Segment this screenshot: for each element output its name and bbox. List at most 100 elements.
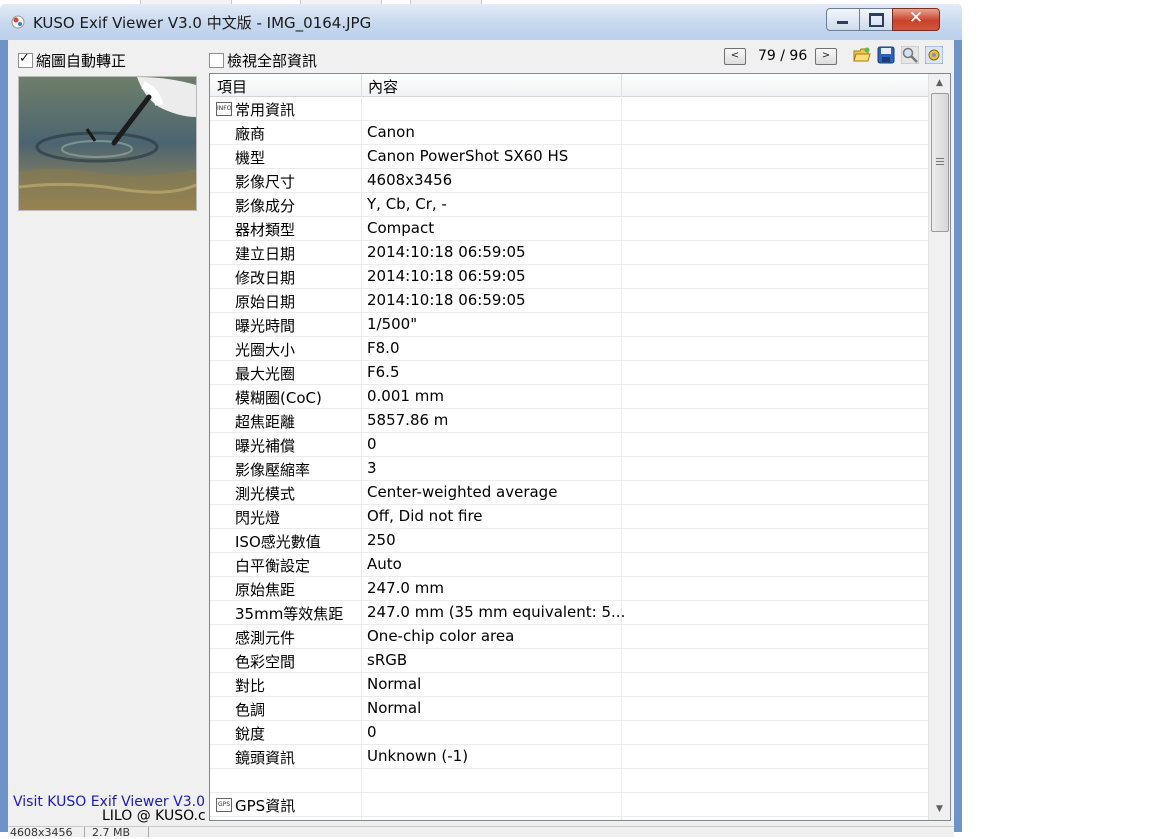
table-row[interactable]: 修改日期 2014:10:18 06:59:05: [210, 265, 928, 289]
table-row[interactable]: 35mm等效焦距 247.0 mm (35 mm equivalent: 5...: [210, 601, 928, 625]
open-folder-icon[interactable]: [853, 46, 871, 64]
section-row[interactable]: INFO 常用資訊: [210, 97, 928, 121]
table-row[interactable]: 影像尺寸 4608x3456: [210, 169, 928, 193]
caption-buttons: ✕: [826, 8, 940, 31]
item-value: 247.0 mm (35 mm equivalent: 5...: [367, 603, 626, 621]
table-row[interactable]: 最大光圈 F6.5: [210, 361, 928, 385]
maximize-icon: [869, 13, 884, 27]
scroll-up-icon[interactable]: ▲: [929, 74, 950, 92]
minimize-button[interactable]: [826, 8, 860, 31]
scroll-down-icon[interactable]: ▼: [929, 800, 950, 818]
table-row[interactable]: 曝光補償 0: [210, 433, 928, 457]
table-row[interactable]: 超焦距離 5857.86 m: [210, 409, 928, 433]
table-row[interactable]: 曝光時間 1/500": [210, 313, 928, 337]
status-divider: [148, 827, 149, 837]
item-value: Canon: [367, 123, 415, 141]
item-name: 曝光時間: [235, 317, 296, 335]
item-value: 0: [367, 435, 377, 453]
image-counter: 79 / 96: [758, 48, 808, 64]
table-row[interactable]: 閃光燈 Off, Did not fire: [210, 505, 928, 529]
table-row[interactable]: [210, 769, 928, 793]
next-image-button[interactable]: >: [815, 48, 837, 65]
table-row[interactable]: 建立日期 2014:10:18 06:59:05: [210, 241, 928, 265]
table-row[interactable]: 光圈大小 F8.0: [210, 337, 928, 361]
table-row[interactable]: 廠商 Canon: [210, 121, 928, 145]
table-row[interactable]: 模糊圈(CoC) 0.001 mm: [210, 385, 928, 409]
item-name: 建立日期: [235, 245, 296, 263]
close-button[interactable]: ✕: [892, 8, 940, 31]
status-image-size: 4608x3456: [10, 826, 73, 839]
item-value: 247.0 mm: [367, 579, 444, 597]
item-name: 對比: [235, 677, 266, 695]
item-value: 2.3.0.0: [367, 819, 419, 820]
auto-rotate-checkbox[interactable]: ✓ 縮圖自動轉正: [18, 50, 126, 71]
table-row[interactable]: 白平衡設定 Auto: [210, 553, 928, 577]
item-name: 測光模式: [235, 485, 296, 503]
table-row[interactable]: 原始日期 2014:10:18 06:59:05: [210, 289, 928, 313]
table-row[interactable]: 感測元件 One-chip color area: [210, 625, 928, 649]
item-name: 原始日期: [235, 293, 296, 311]
title-bar[interactable]: KUSO Exif Viewer V3.0 中文版 - IMG_0164.JPG…: [0, 4, 962, 40]
item-name: 最大光圈: [235, 365, 296, 383]
checkbox-box[interactable]: ✓: [18, 51, 33, 68]
table-row[interactable]: 機型 Canon PowerShot SX60 HS: [210, 145, 928, 169]
item-name: 修改日期: [235, 269, 296, 287]
table-row[interactable]: ISO感光數值 250: [210, 529, 928, 553]
gps-icon: GPS: [216, 798, 232, 812]
zoom-icon[interactable]: [901, 46, 919, 64]
table-row[interactable]: 影像成分 Y, Cb, Cr, -: [210, 193, 928, 217]
table-row[interactable]: 色彩空間 sRGB: [210, 649, 928, 673]
show-all-checkbox[interactable]: 檢視全部資訊: [209, 50, 317, 71]
table-row[interactable]: 對比 Normal: [210, 673, 928, 697]
item-name: 色調: [235, 701, 266, 719]
settings-icon[interactable]: [925, 46, 943, 64]
section-row[interactable]: GPS GPS資訊: [210, 793, 928, 817]
table-row[interactable]: 影像壓縮率 3: [210, 457, 928, 481]
item-value: 1/500": [367, 315, 418, 333]
table-row[interactable]: 色調 Normal: [210, 697, 928, 721]
vertical-scrollbar[interactable]: ▲ ▼: [928, 74, 950, 820]
item-name: 光圈大小: [235, 341, 296, 359]
item-name: ISO感光數值: [235, 533, 321, 551]
table-row[interactable]: 銳度 0: [210, 721, 928, 745]
item-name: 閃光燈: [235, 509, 281, 527]
column-divider[interactable]: [361, 74, 362, 96]
item-name: 白平衡設定: [235, 557, 311, 575]
item-value: Center-weighted average: [367, 483, 558, 501]
grip-line: [936, 161, 944, 162]
table-row[interactable]: 測光模式 Center-weighted average: [210, 481, 928, 505]
status-divider: [84, 827, 85, 837]
table-row[interactable]: 原始焦距 247.0 mm: [210, 577, 928, 601]
column-header-item[interactable]: 項目: [217, 76, 247, 97]
previous-image-button[interactable]: <: [724, 48, 746, 65]
item-value: One-chip color area: [367, 627, 515, 645]
item-value: Y, Cb, Cr, -: [367, 195, 447, 213]
item-name: 版本: [235, 819, 265, 820]
table-row[interactable]: 版本 2.3.0.0: [210, 817, 928, 820]
item-value: 4608x3456: [367, 171, 453, 189]
exif-list-view[interactable]: 項目 內容 INFO 常用資訊 廠商 Canon 機型 Canon PowerShot S…: [209, 73, 951, 821]
item-name: 35mm等效焦距: [235, 605, 344, 623]
grip-line: [936, 164, 944, 165]
item-name: 原始焦距: [235, 581, 296, 599]
table-row[interactable]: 鏡頭資訊 Unknown (-1): [210, 745, 928, 769]
scrollbar-thumb[interactable]: [931, 93, 949, 232]
window-title: KUSO Exif Viewer V3.0 中文版 - IMG_0164.JPG: [33, 14, 372, 32]
item-value: 5857.86 m: [367, 411, 449, 429]
checkbox-box[interactable]: [209, 53, 224, 68]
table-row[interactable]: 器材類型 Compact: [210, 217, 928, 241]
item-value: Off, Did not fire: [367, 507, 483, 525]
column-divider[interactable]: [621, 74, 622, 96]
item-name: 感測元件: [235, 629, 296, 647]
item-name: 色彩空間: [235, 653, 296, 671]
item-name: 器材類型: [235, 221, 296, 239]
item-value: 2014:10:18 06:59:05: [367, 243, 526, 261]
item-name: 影像壓縮率: [235, 461, 311, 479]
save-icon[interactable]: [877, 46, 895, 64]
item-name: 影像尺寸: [235, 173, 296, 191]
maximize-button[interactable]: [859, 8, 893, 31]
photo-thumbnail: [18, 76, 197, 211]
column-header-content[interactable]: 內容: [368, 76, 398, 97]
app-icon[interactable]: [10, 14, 26, 30]
item-value: F6.5: [367, 363, 400, 381]
